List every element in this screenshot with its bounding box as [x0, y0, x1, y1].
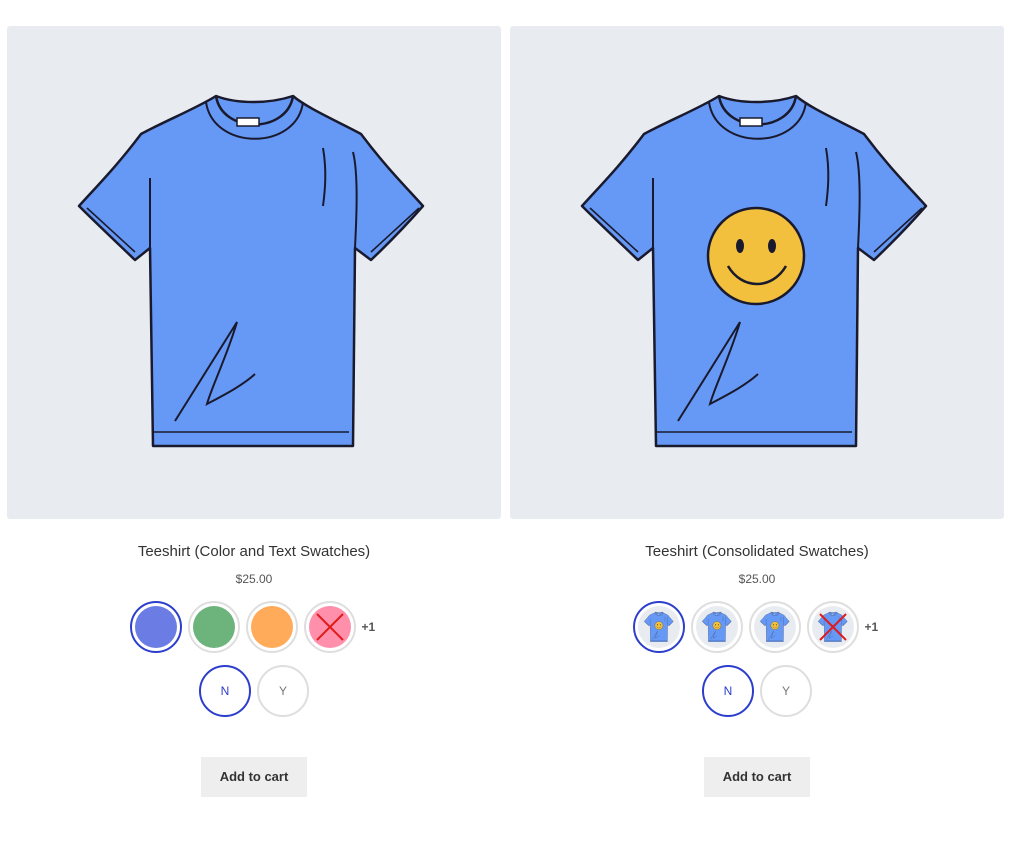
image-swatches: +1 [510, 601, 1004, 653]
color-swatch-blue[interactable] [129, 601, 182, 653]
text-swatch-y[interactable]: Y [760, 665, 812, 717]
teeshirt-smiley-icon [643, 611, 673, 642]
text-swatches: N Y [7, 665, 501, 717]
more-swatches-count[interactable]: +1 [865, 620, 885, 634]
image-swatch-4-unavailable[interactable] [806, 601, 859, 653]
teeshirt-icon [77, 94, 425, 448]
more-swatches-count[interactable]: +1 [362, 620, 382, 634]
teeshirt-smiley-icon [759, 611, 789, 642]
product-card: Teeshirt (Color and Text Swatches) $25.0… [7, 26, 501, 797]
unavailable-cross-icon [315, 613, 344, 641]
color-swatch-pink-unavailable[interactable] [303, 601, 356, 653]
product-title[interactable]: Teeshirt (Consolidated Swatches) [510, 542, 1004, 562]
product-image[interactable] [7, 26, 501, 519]
text-swatches: N Y [510, 665, 1004, 717]
product-card: Teeshirt (Consolidated Swatches) $25.00 … [510, 26, 1004, 797]
color-swatch-orange[interactable] [245, 601, 298, 653]
product-title[interactable]: Teeshirt (Color and Text Swatches) [7, 542, 501, 562]
add-to-cart-button[interactable]: Add to cart [703, 757, 811, 797]
swatch-fill [250, 606, 293, 648]
teeshirt-smiley-icon [580, 94, 928, 448]
text-swatch-n[interactable]: N [199, 665, 251, 717]
color-swatches: +1 [7, 601, 501, 653]
swatch-fill [192, 606, 235, 648]
image-swatch-3[interactable] [748, 601, 801, 653]
product-price: $25.00 [235, 572, 273, 586]
unavailable-cross-icon [818, 613, 847, 641]
color-swatch-green[interactable] [187, 601, 240, 653]
product-price: $25.00 [738, 572, 776, 586]
add-to-cart-button[interactable]: Add to cart [200, 757, 308, 797]
teeshirt-smiley-icon [701, 611, 731, 642]
swatch-fill [134, 606, 177, 648]
image-swatch-1[interactable] [632, 601, 685, 653]
product-image[interactable] [510, 26, 1004, 519]
text-swatch-n[interactable]: N [702, 665, 754, 717]
text-swatch-y[interactable]: Y [257, 665, 309, 717]
swatch-fill [308, 606, 351, 648]
image-swatch-2[interactable] [690, 601, 743, 653]
